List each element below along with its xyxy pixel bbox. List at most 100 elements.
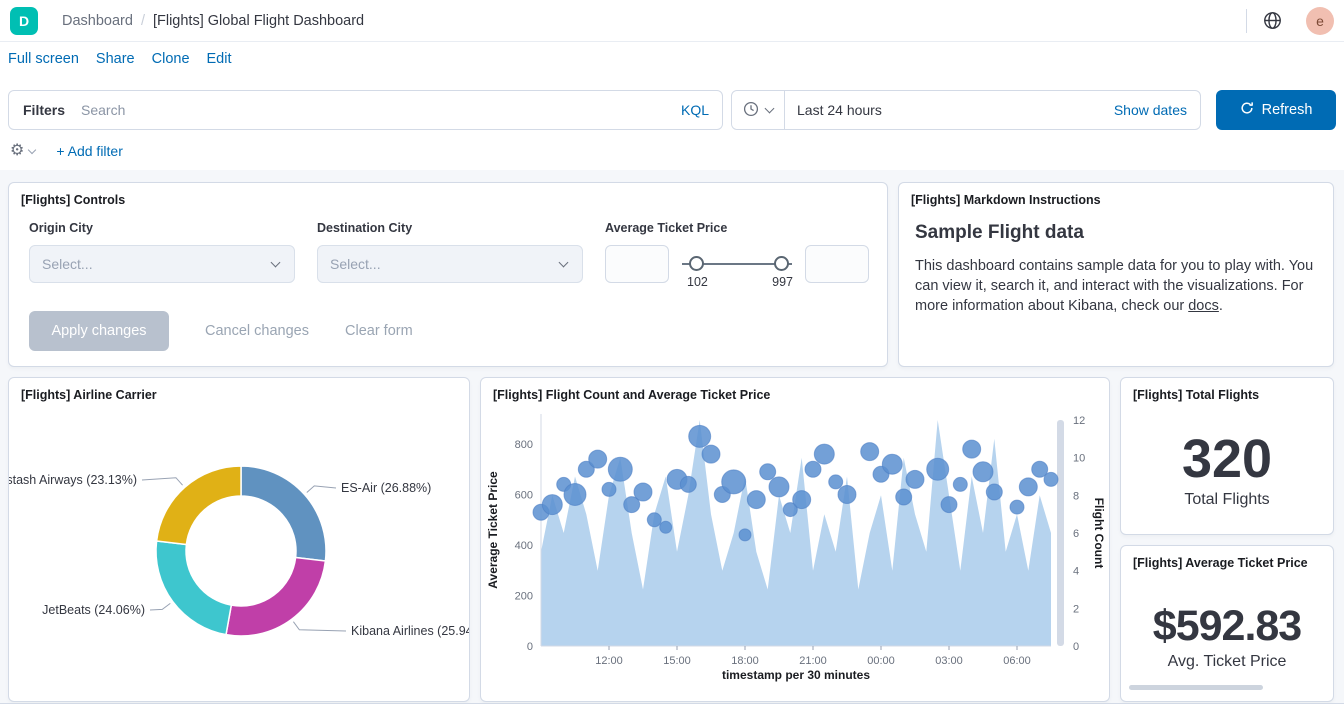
search-input[interactable] <box>79 91 668 129</box>
avg-price-bubble[interactable] <box>702 445 720 463</box>
avg-price-bubble[interactable] <box>861 443 879 461</box>
avg-price-bubble[interactable] <box>739 529 751 541</box>
right-axis-tick: 8 <box>1073 490 1079 502</box>
markdown-heading: Sample Flight data <box>915 222 1317 244</box>
donut-slice-label: JetBeats (24.06%) <box>42 603 145 617</box>
space-avatar-initial: D <box>19 13 29 29</box>
chevron-down-icon <box>765 104 775 114</box>
total-flights-metric: 320 Total Flights <box>1121 406 1333 534</box>
slider-min-value: 102 <box>687 275 708 289</box>
filters-menu-button[interactable]: Filters <box>9 102 79 118</box>
avg-price-bubble[interactable] <box>542 495 562 515</box>
avg-price-bubble[interactable] <box>906 470 924 488</box>
panel-title: [Flights] Total Flights <box>1121 378 1333 402</box>
avg-price-bubble[interactable] <box>722 470 746 494</box>
avg-price-bubble[interactable] <box>660 521 672 533</box>
panel-flight-count-chart: [Flights] Flight Count and Average Ticke… <box>480 377 1110 702</box>
price-range-slider[interactable]: 102 997 <box>672 245 802 291</box>
help-globe-button[interactable] <box>1263 11 1282 30</box>
avg-price-bubble[interactable] <box>589 450 607 468</box>
next-row-panel-edge <box>0 703 1344 711</box>
avg-price-bubble[interactable] <box>793 491 811 509</box>
donut-callout-line <box>150 603 170 610</box>
avg-price-bubble[interactable] <box>1010 500 1024 514</box>
refresh-icon <box>1240 101 1254 119</box>
kql-language-toggle[interactable]: KQL <box>668 102 722 118</box>
avg-price-metric: $592.83 Avg. Ticket Price <box>1121 574 1333 701</box>
right-axis-title: Flight Count <box>1092 498 1106 569</box>
left-axis-tick: 200 <box>515 591 533 603</box>
breadcrumb-dashboard-link[interactable]: Dashboard <box>62 13 133 29</box>
right-axis-tick: 2 <box>1073 603 1079 615</box>
avg-price-bubble[interactable] <box>634 483 652 501</box>
edit-button[interactable]: Edit <box>207 51 232 67</box>
refresh-button-label: Refresh <box>1262 102 1313 118</box>
donut-callout-line <box>293 622 346 631</box>
clone-button[interactable]: Clone <box>152 51 190 67</box>
full-screen-button[interactable]: Full screen <box>8 51 79 67</box>
destination-city-select[interactable]: Select... <box>317 245 583 283</box>
avg-price-bubble[interactable] <box>602 482 616 496</box>
x-axis-tick-label: 15:00 <box>663 655 691 667</box>
avg-price-bubble[interactable] <box>608 457 632 481</box>
apply-changes-button[interactable]: Apply changes <box>29 311 169 351</box>
donut-slice-2[interactable] <box>156 541 231 635</box>
header-bar: D Dashboard / [Flights] Global Flight Da… <box>0 0 1344 42</box>
avg-price-bubble[interactable] <box>986 484 1002 500</box>
breadcrumb: Dashboard / [Flights] Global Flight Dash… <box>62 0 364 42</box>
time-picker-quick-menu[interactable] <box>732 91 785 129</box>
avg-price-bubble[interactable] <box>564 484 586 506</box>
chart-right-scrollbar[interactable] <box>1057 420 1064 646</box>
avg-price-bubble[interactable] <box>805 461 821 477</box>
refresh-button[interactable]: Refresh <box>1216 90 1336 130</box>
panel-airline-carrier: [Flights] Airline Carrier ES-Air (26.88%… <box>8 377 470 702</box>
avg-price-bubble[interactable] <box>760 464 776 480</box>
donut-slice-1[interactable] <box>226 557 325 636</box>
donut-slice-0[interactable] <box>241 466 326 561</box>
avg-price-bubble[interactable] <box>689 425 711 447</box>
avg-price-bubble[interactable] <box>963 440 981 458</box>
x-axis-tick-label: 12:00 <box>595 655 623 667</box>
share-button[interactable]: Share <box>96 51 135 67</box>
slider-handle-min[interactable] <box>689 256 704 271</box>
avg-price-bubble[interactable] <box>927 458 949 480</box>
add-filter-button[interactable]: + Add filter <box>56 143 123 159</box>
left-axis-tick: 600 <box>515 490 533 502</box>
cancel-changes-button[interactable]: Cancel changes <box>205 323 309 339</box>
left-axis-tick: 800 <box>515 439 533 451</box>
avg-price-bubble[interactable] <box>882 454 902 474</box>
space-avatar[interactable]: D <box>10 7 38 35</box>
avg-price-bubble[interactable] <box>973 462 993 482</box>
slider-handle-max[interactable] <box>774 256 789 271</box>
avg-price-bubble[interactable] <box>838 486 856 504</box>
avg-price-bubble[interactable] <box>680 476 696 492</box>
avg-price-bubble[interactable] <box>814 444 834 464</box>
panel-flights-controls: [Flights] Controls Origin City Select...… <box>8 182 888 367</box>
right-axis-tick: 0 <box>1073 641 1079 653</box>
avg-price-bubble[interactable] <box>896 489 912 505</box>
avg-price-bubble[interactable] <box>647 513 661 527</box>
clear-form-button[interactable]: Clear form <box>345 323 413 339</box>
markdown-text-end: . <box>1219 298 1223 314</box>
show-dates-button[interactable]: Show dates <box>1114 102 1200 118</box>
avg-price-bubble[interactable] <box>1044 472 1058 486</box>
horizontal-scrollbar[interactable] <box>1129 685 1263 690</box>
markdown-body: This dashboard contains sample data for … <box>915 256 1319 316</box>
avg-price-bubble[interactable] <box>769 477 789 497</box>
breadcrumb-current-page: [Flights] Global Flight Dashboard <box>153 13 364 29</box>
avg-price-bubble[interactable] <box>953 477 967 491</box>
time-range-label[interactable]: Last 24 hours <box>785 102 1114 118</box>
user-avatar[interactable]: e <box>1306 7 1334 35</box>
origin-city-select[interactable]: Select... <box>29 245 295 283</box>
avg-price-bubble[interactable] <box>747 491 765 509</box>
avg-price-bubble[interactable] <box>941 497 957 513</box>
avg-price-bubble[interactable] <box>829 475 843 489</box>
docs-link[interactable]: docs <box>1188 298 1219 314</box>
filter-controls-row: ⚙ + Add filter <box>0 139 123 163</box>
filter-settings-gear-icon[interactable]: ⚙ <box>10 143 24 159</box>
breadcrumb-separator: / <box>141 13 145 29</box>
price-min-input[interactable] <box>605 245 669 283</box>
avg-price-bubble[interactable] <box>1019 478 1037 496</box>
donut-slice-label: Kibana Airlines (25.94%) <box>351 624 469 638</box>
price-max-input[interactable] <box>805 245 869 283</box>
